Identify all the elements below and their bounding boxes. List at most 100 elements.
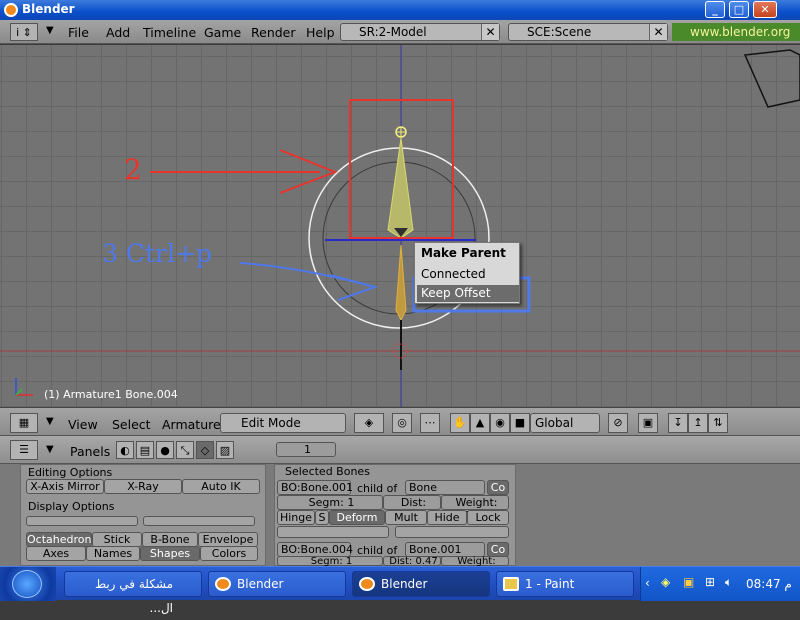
menu-render[interactable]: Render — [251, 25, 296, 40]
bone2-connect-button[interactable]: Co — [487, 542, 509, 557]
bone1-connect-button[interactable]: Co — [487, 480, 509, 495]
bone-004[interactable] — [395, 244, 407, 322]
paste-pose-icon[interactable]: ↥ — [688, 413, 708, 433]
colors-button[interactable]: Colors — [200, 546, 258, 561]
shading-icon[interactable]: ● — [156, 441, 174, 459]
s-button[interactable]: S — [315, 510, 329, 525]
popup-item-keep-offset[interactable]: Keep Offset — [417, 285, 519, 302]
hand-manipulator-icon[interactable]: ✋ — [450, 413, 470, 433]
taskbar-item-blender-1[interactable]: Blender — [208, 571, 346, 597]
x-axis-mirror-button[interactable]: X-Axis Mirror — [26, 479, 104, 494]
menu-help[interactable]: Help — [306, 25, 335, 40]
bone2-segments-field[interactable]: Segm: 1 — [277, 556, 383, 567]
popup-item-connected[interactable]: Connected — [421, 267, 486, 281]
taskbar-item-paint[interactable]: 1 - Paint — [496, 571, 634, 597]
shapes-button[interactable]: Shapes — [140, 546, 200, 561]
bone1-weight-field[interactable]: Weight: 1.00 — [441, 495, 509, 522]
bone1-layers-left[interactable] — [277, 526, 389, 538]
scale-icon[interactable]: ■ — [510, 413, 530, 433]
bone1-segments-field[interactable]: Segm: 1 — [277, 495, 383, 510]
menu-game[interactable]: Game — [204, 25, 241, 40]
maximize-button[interactable]: □ — [729, 1, 749, 18]
menu-view[interactable]: View — [68, 417, 98, 432]
menu-armature[interactable]: Armature — [162, 417, 221, 432]
clock[interactable]: 08:47 م — [746, 577, 792, 591]
taskbar-item-blender-2[interactable]: Blender — [352, 571, 490, 597]
render-icon[interactable]: ▣ — [638, 413, 658, 433]
orientation-selector[interactable]: Global — [530, 413, 600, 433]
menu-file[interactable]: File — [68, 25, 89, 40]
snap-icon[interactable]: ⊘ — [608, 413, 628, 433]
lock-button[interactable]: Lock — [467, 510, 509, 525]
rotate-icon[interactable]: ◉ — [490, 413, 510, 433]
auto-ik-button[interactable]: Auto IK — [182, 479, 260, 494]
tray-app-icon[interactable]: ◈ — [661, 575, 670, 589]
logic-icon[interactable]: ◐ — [116, 441, 134, 459]
3d-view-header: ▦ ▼ View Select Armature Edit Mode ◈ ◎ ⋯… — [0, 407, 800, 436]
bone2-weight-field[interactable]: Weight: 1.00 — [441, 556, 509, 576]
bone2-name-field[interactable]: BO:Bone.004 — [277, 542, 353, 557]
screen-selector[interactable]: SR:2-Model ✕ — [340, 23, 500, 41]
menu-timeline[interactable]: Timeline — [143, 25, 196, 40]
tray-folder-icon[interactable]: ▣ — [683, 575, 694, 589]
start-button[interactable] — [0, 567, 56, 601]
bone2-parent-selector[interactable]: Bone.001 — [405, 542, 485, 557]
envelope-button[interactable]: Envelope — [198, 532, 258, 547]
tray-expand-icon[interactable]: ‹ — [645, 576, 650, 590]
script-icon[interactable]: ▤ — [136, 441, 154, 459]
editing-options-title: Editing Options — [28, 466, 113, 479]
translate-icon[interactable]: ▲ — [470, 413, 490, 433]
object-icon[interactable]: ⤡ — [176, 441, 194, 459]
bone-001[interactable] — [387, 137, 414, 239]
menu-add[interactable]: Add — [106, 25, 130, 40]
network-icon[interactable]: ⊞ — [705, 575, 715, 589]
x-ray-button[interactable]: X-Ray — [104, 479, 182, 494]
panels-label: Panels — [70, 444, 111, 459]
stick-button[interactable]: Stick — [92, 532, 142, 547]
hide-button[interactable]: Hide — [427, 510, 467, 525]
bone2-dist-field[interactable]: Dist: 0.47 — [383, 556, 441, 567]
axes-button[interactable]: Axes — [26, 546, 86, 561]
taskbar-item-browser[interactable]: مشكلة في ربط ال... — [64, 571, 202, 615]
layers-icon[interactable]: ⋯ — [420, 413, 440, 433]
window-type-icon[interactable]: i ⇕ — [10, 23, 38, 41]
close-button[interactable]: ✕ — [753, 1, 777, 18]
layer-buttons-right[interactable] — [143, 516, 255, 526]
bone1-layers-right[interactable] — [395, 526, 509, 538]
scene-selector[interactable]: SCE:Scene ✕ — [508, 23, 668, 41]
window-type-icon[interactable]: ☰ — [10, 440, 38, 460]
blue-arrow-icon — [329, 274, 379, 301]
3d-viewport[interactable]: 2 3 Ctrl+p (1) Armature1 Bone.004 — [0, 45, 800, 407]
collapse-arrow-icon[interactable]: ▼ — [46, 444, 54, 455]
scene-icon[interactable]: ▨ — [216, 441, 234, 459]
bone1-name-field[interactable]: BO:Bone.001 — [277, 480, 353, 495]
mult-button[interactable]: Mult — [385, 510, 427, 525]
paste-flip-icon[interactable]: ⇅ — [708, 413, 728, 433]
mode-selector[interactable]: Edit Mode — [220, 413, 346, 433]
collapse-arrow-icon[interactable]: ▼ — [46, 416, 54, 427]
pivot-icon[interactable]: ◎ — [392, 413, 412, 433]
draw-type-icon[interactable]: ◈ — [354, 413, 384, 433]
delete-scene-icon[interactable]: ✕ — [649, 24, 667, 40]
layer-buttons-left[interactable] — [26, 516, 138, 526]
editing-icon[interactable]: ◇ — [196, 441, 214, 459]
menu-select[interactable]: Select — [112, 417, 151, 432]
names-button[interactable]: Names — [86, 546, 140, 561]
website-link[interactable]: www.blender.org 2 — [672, 23, 800, 57]
bone1-dist-field[interactable]: Dist: 0.26 — [383, 495, 441, 522]
bone1-child-of-label: child of — [357, 482, 398, 495]
minimize-button[interactable]: _ — [705, 1, 725, 18]
delete-screen-icon[interactable]: ✕ — [481, 24, 499, 40]
buttons-header: ☰ ▼ Panels ◐ ▤ ● ⤡ ◇ ▨ 1 — [0, 436, 800, 464]
copy-pose-icon[interactable]: ↧ — [668, 413, 688, 433]
bone1-parent-selector[interactable]: Bone — [405, 480, 485, 495]
b-bone-button[interactable]: B-Bone — [142, 532, 198, 547]
windows-logo-icon — [12, 570, 42, 598]
hinge-button[interactable]: Hinge — [277, 510, 315, 525]
collapse-arrow-icon[interactable]: ▼ — [46, 25, 54, 36]
volume-icon[interactable]: 🔈︎ — [725, 575, 732, 590]
frame-field[interactable]: 1 — [276, 442, 336, 457]
deform-button[interactable]: Deform — [329, 510, 385, 525]
view-type-grid-icon[interactable]: ▦ — [10, 413, 38, 433]
octahedron-button[interactable]: Octahedron — [26, 532, 92, 547]
